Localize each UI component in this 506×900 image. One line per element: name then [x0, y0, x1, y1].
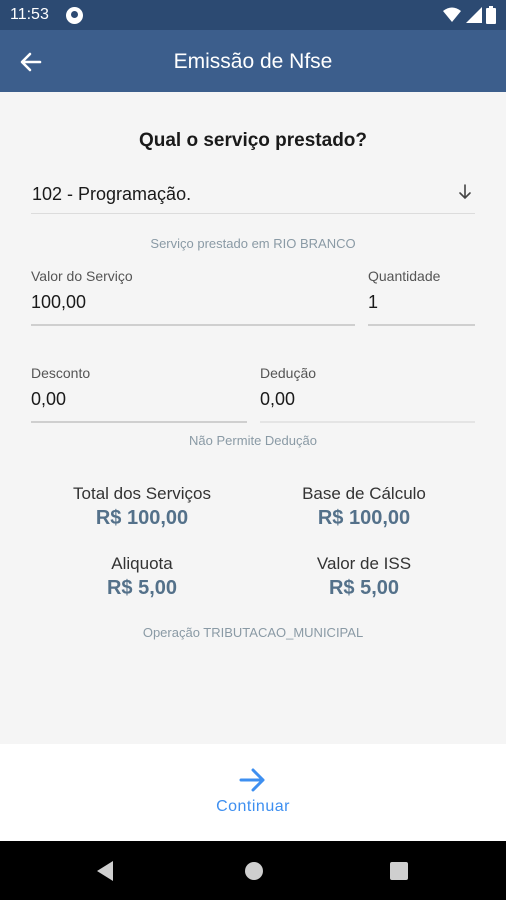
- base-calculo-summary: Base de Cálculo R$ 100,00: [262, 484, 466, 530]
- aliquota-summary: Aliquota R$ 5,00: [40, 554, 244, 600]
- quantidade-field: Quantidade: [368, 268, 475, 326]
- aliquota-label: Aliquota: [111, 554, 173, 573]
- bottom-action-panel: Continuar: [0, 744, 506, 841]
- service-question: Qual o serviço prestado?: [138, 130, 368, 151]
- wifi-icon: [443, 7, 461, 22]
- valor-iss-summary: Valor de ISS R$ 5,00: [262, 554, 466, 600]
- total-servicos-value: R$ 100,00: [95, 507, 189, 529]
- valor-servico-underline: [31, 324, 355, 326]
- quantidade-label: Quantidade: [368, 268, 441, 284]
- total-servicos-label: Total dos Serviços: [73, 484, 211, 503]
- desconto-field: Desconto: [31, 365, 247, 423]
- service-select[interactable]: 102 - Programação.: [31, 170, 475, 214]
- valor-iss-label: Valor de ISS: [316, 554, 412, 573]
- operacao-text: Operação TRIBUTACAO_MUNICIPAL: [142, 625, 364, 640]
- valor-servico-field: Valor do Serviço: [31, 268, 355, 326]
- service-select-value: 102 - Programação.: [32, 184, 192, 204]
- signal-icon: [466, 7, 482, 23]
- continue-label: Continuar: [216, 798, 290, 815]
- status-bar: 11:53: [0, 0, 506, 30]
- service-location-text: Serviço prestado em RIO BRANCO: [150, 236, 356, 251]
- form-content: Qual o serviço prestado? 102 - Programaç…: [0, 92, 506, 744]
- arrow-down-icon: [459, 184, 471, 200]
- desconto-input[interactable]: [31, 385, 247, 413]
- deducao-label: Dedução: [260, 365, 317, 381]
- quantidade-underline: [368, 324, 475, 326]
- nav-back-icon[interactable]: [95, 860, 115, 882]
- aliquota-value: R$ 5,00: [106, 577, 178, 599]
- deducao-field: Dedução: [260, 365, 475, 423]
- desconto-label: Desconto: [31, 365, 91, 381]
- nav-recents-icon[interactable]: [389, 860, 409, 882]
- valor-servico-label: Valor do Serviço: [31, 268, 133, 284]
- base-calculo-label: Base de Cálculo: [302, 484, 426, 503]
- total-servicos-summary: Total dos Serviços R$ 100,00: [40, 484, 244, 530]
- arrow-right-icon: [239, 768, 265, 792]
- system-nav-bar: [0, 841, 506, 900]
- valor-servico-input[interactable]: [31, 288, 355, 316]
- status-time: 11:53: [10, 6, 49, 23]
- deducao-input[interactable]: [260, 385, 475, 413]
- continue-button[interactable]: Continuar: [203, 766, 303, 822]
- quantidade-input[interactable]: [368, 288, 475, 316]
- base-calculo-value: R$ 100,00: [317, 507, 411, 529]
- app-bar: Emissão de Nfse: [0, 30, 506, 92]
- deducao-underline: [260, 421, 475, 423]
- page-title: Emissão de Nfse: [173, 50, 333, 73]
- battery-icon: [486, 6, 496, 24]
- desconto-underline: [31, 421, 247, 423]
- valor-iss-value: R$ 5,00: [328, 577, 400, 599]
- nav-home-icon[interactable]: [243, 860, 265, 882]
- deducao-note: Não Permite Dedução: [189, 433, 317, 448]
- notification-app-icon: [66, 7, 83, 24]
